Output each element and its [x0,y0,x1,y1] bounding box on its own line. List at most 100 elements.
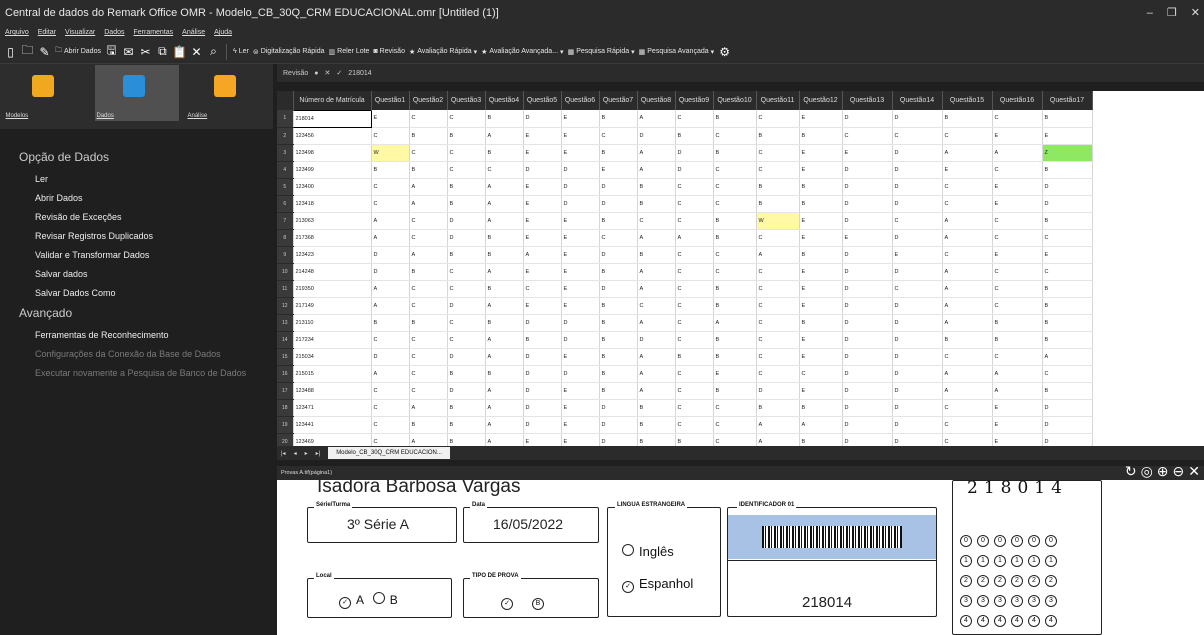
table-cell[interactable]: D [599,178,638,196]
open-data-button[interactable]: 🗀 Abrir Dados [55,46,101,57]
table-cell[interactable]: C [713,127,757,145]
table-cell[interactable]: C [756,229,800,247]
table-cell[interactable]: B [485,110,524,128]
table-cell[interactable]: E [992,399,1043,417]
table-cell[interactable]: B [942,331,993,349]
table-cell[interactable]: B [447,399,486,417]
table-cell[interactable]: D [523,161,562,179]
tab-analise[interactable]: Análise [186,65,270,121]
table-cell[interactable]: B [799,433,843,446]
zoom-out-icon[interactable]: ⊖ [1173,464,1185,478]
table-cell[interactable]: C [409,382,448,400]
table-cell[interactable]: 123471 [293,399,372,417]
table-cell[interactable]: A [942,212,993,230]
table-cell[interactable]: D [371,348,410,366]
table-row[interactable]: 12 217149 A C D A E E B C C B C E D D A C B [277,297,1093,315]
table-cell[interactable]: B [1042,331,1093,349]
table-cell[interactable]: C [409,348,448,366]
row-number[interactable]: 4 [277,161,294,179]
table-cell[interactable]: A [637,263,676,281]
table-cell[interactable]: B [599,382,638,400]
table-cell[interactable]: E [992,246,1043,264]
row-number[interactable]: 9 [277,246,294,264]
table-cell[interactable]: D [842,348,893,366]
table-cell[interactable]: D [523,314,562,332]
table-cell[interactable]: A [942,263,993,281]
table-cell[interactable]: A [756,433,800,446]
table-cell[interactable]: C [447,144,486,162]
table-cell[interactable]: B [713,297,757,315]
table-cell[interactable]: D [1042,195,1093,213]
menu-ajuda[interactable]: Ajuda [214,26,232,40]
table-cell[interactable]: A [485,331,524,349]
table-cell[interactable]: 123456 [293,127,372,145]
table-cell[interactable]: 123499 [293,161,372,179]
corner-cell[interactable] [277,91,294,110]
table-cell[interactable]: E [942,161,993,179]
table-cell[interactable]: D [447,382,486,400]
table-cell[interactable]: B [447,127,486,145]
table-cell[interactable]: E [561,229,600,247]
column-header[interactable]: Questão9 [675,91,714,110]
table-cell[interactable]: C [1042,229,1093,247]
table-cell[interactable]: B [485,229,524,247]
reread-batch-button[interactable]: ▥ Reler Lote [329,48,370,56]
table-cell[interactable]: E [561,144,600,162]
table-cell[interactable]: C [447,161,486,179]
table-cell[interactable]: B [713,280,757,298]
table-cell[interactable]: B [371,314,410,332]
table-cell[interactable]: 219350 [293,280,372,298]
wizard-icon[interactable]: ⚙ [718,45,731,59]
table-cell[interactable]: D [561,161,600,179]
table-cell[interactable]: C [756,161,800,179]
last-sheet-icon[interactable]: ▸| [316,450,321,457]
table-cell[interactable]: B [371,161,410,179]
table-cell[interactable]: E [992,416,1043,434]
table-cell[interactable]: B [637,195,676,213]
table-cell[interactable]: E [561,212,600,230]
table-cell[interactable]: A [485,399,524,417]
menu-dados[interactable]: Dados [104,26,124,40]
table-cell[interactable]: C [756,144,800,162]
table-cell[interactable]: B [756,178,800,196]
table-cell[interactable]: A [942,280,993,298]
sheet-tab[interactable]: Modelo_CB_30Q_CRM EDUCACION... [328,447,450,459]
menu-item-revisao-excecoes[interactable]: Revisão de Exceções [0,208,273,227]
table-cell[interactable]: 123498 [293,144,372,162]
table-cell[interactable]: D [599,280,638,298]
table-row[interactable]: 16 215015 A C B B D D B A C E C C D D A A C [277,365,1093,383]
table-row[interactable]: 4 123499 B B C C D D E A D C C E D D E C B [277,161,1093,179]
tab-modelos[interactable]: Modelos [4,65,88,121]
table-cell[interactable]: D [842,365,893,383]
search-icon[interactable]: ⌕ [207,44,220,58]
table-cell[interactable]: 217368 [293,229,372,247]
column-header[interactable]: Questão2 [409,91,448,110]
table-cell[interactable]: C [675,178,714,196]
table-cell[interactable]: C [1042,365,1093,383]
table-cell[interactable]: A [371,212,410,230]
table-cell[interactable]: D [371,263,410,281]
row-number[interactable]: 18 [277,399,294,417]
table-cell[interactable]: C [371,195,410,213]
paste-icon[interactable]: 📋 [172,45,187,59]
table-cell[interactable]: A [637,314,676,332]
table-cell[interactable]: D [599,399,638,417]
table-cell[interactable]: B [799,195,843,213]
table-cell[interactable]: E [523,144,562,162]
row-number[interactable]: 14 [277,331,294,349]
table-cell[interactable]: E [561,399,600,417]
table-cell[interactable]: C [713,161,757,179]
table-cell[interactable]: 215015 [293,365,372,383]
table-cell[interactable]: C [942,127,993,145]
table-cell[interactable]: C [371,127,410,145]
table-cell[interactable]: D [842,178,893,196]
table-cell[interactable]: E [523,297,562,315]
table-cell[interactable]: D [561,178,600,196]
table-cell[interactable]: A [637,161,676,179]
table-cell[interactable]: E [799,144,843,162]
table-cell[interactable]: B [409,263,448,281]
table-cell[interactable]: B [409,161,448,179]
table-cell[interactable]: A [409,178,448,196]
table-cell[interactable]: A [485,348,524,366]
table-cell[interactable]: D [842,212,893,230]
